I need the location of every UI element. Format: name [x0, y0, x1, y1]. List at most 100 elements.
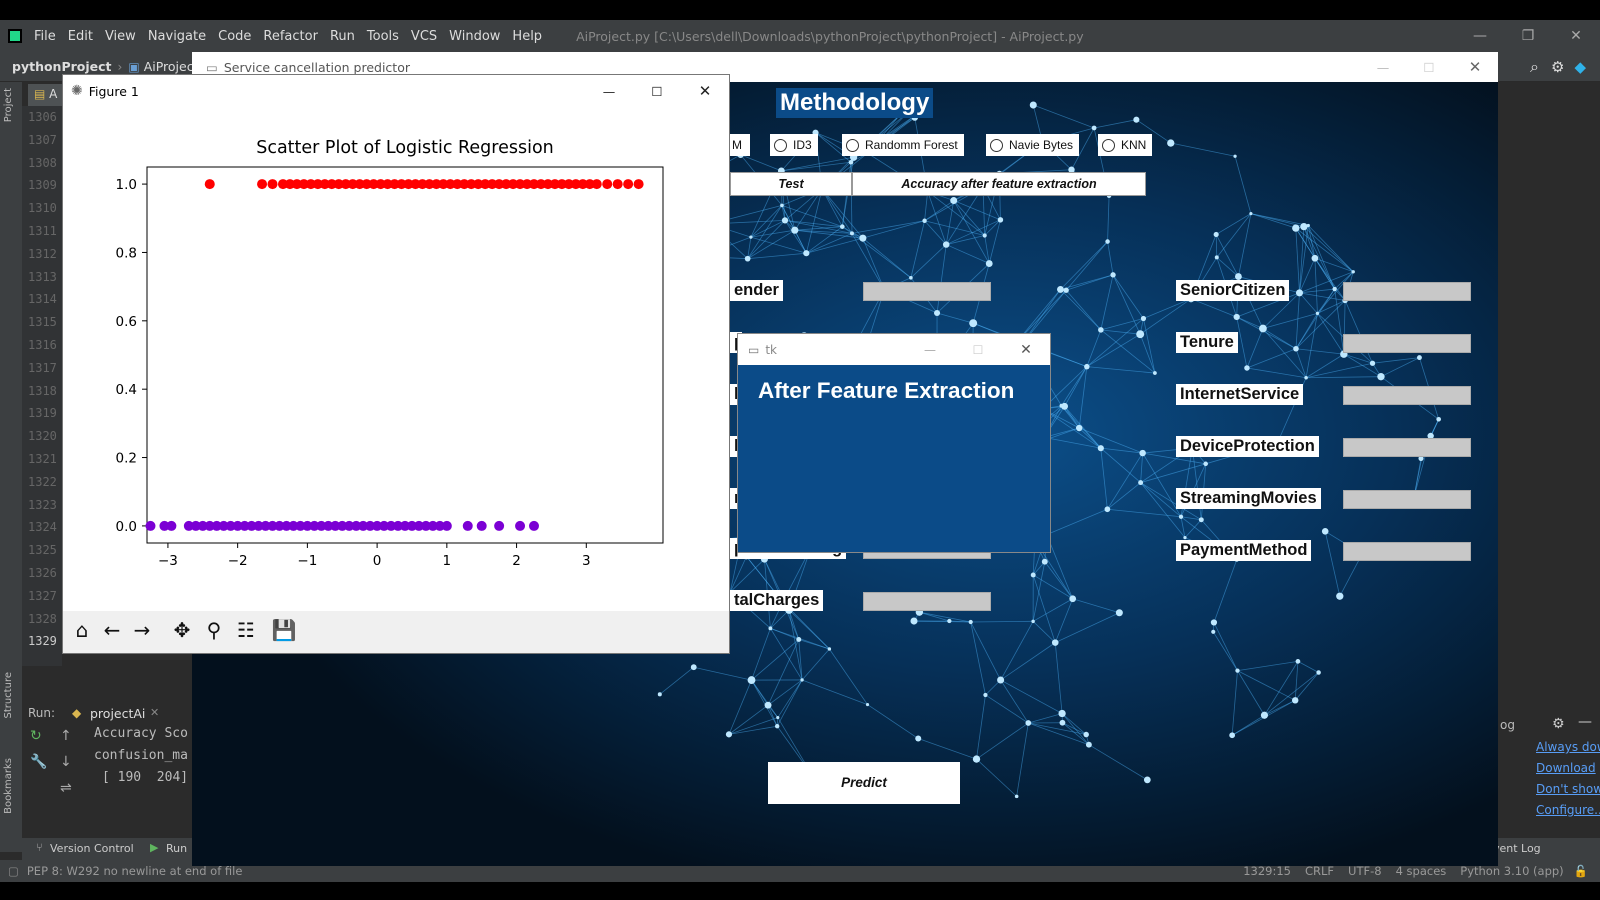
notification-link-3[interactable]: Don't show — [1536, 782, 1600, 796]
pan-icon[interactable]: ✥ — [167, 618, 197, 646]
status-position[interactable]: 1329:15 — [1243, 864, 1291, 878]
radio-id3[interactable]: ID3 — [770, 134, 818, 156]
tk-feature-close-icon[interactable]: ✕ — [1002, 342, 1050, 358]
figure-maximize-icon[interactable]: ☐ — [633, 84, 681, 99]
run-panel: Run: ◆ projectAi ✕ ↻ ↑ 🔧 ↓ ⇌ Accuracy Sc… — [22, 706, 194, 838]
rerun-icon[interactable]: ↻ — [30, 728, 42, 744]
y-tick-label: 0.0 — [116, 519, 137, 535]
menu-edit[interactable]: Edit — [68, 29, 93, 44]
menu-refactor[interactable]: Refactor — [263, 29, 318, 44]
radio-m[interactable]: M — [730, 134, 750, 156]
radio-m-label: M — [732, 138, 742, 152]
field-label-tenure: Tenure — [1176, 332, 1238, 353]
restore-icon[interactable]: ❐ — [1504, 28, 1552, 44]
figure-minimize-icon[interactable]: — — [585, 84, 633, 99]
input-senior-citizen[interactable] — [1343, 282, 1471, 301]
test-button[interactable]: Test — [730, 172, 852, 196]
menu-code[interactable]: Code — [218, 29, 251, 44]
down-arrow-icon[interactable]: ↓ — [60, 754, 72, 770]
menu-help[interactable]: Help — [512, 29, 542, 44]
home-icon[interactable]: ⌂ — [67, 618, 97, 646]
line-number: 1307 — [28, 132, 57, 147]
back-arrow-icon[interactable]: ← — [97, 618, 127, 646]
line-number-gutter: 1306 1307 1308 1309 1310 1311 1312 1313 1314 1315… — [22, 106, 62, 666]
tk-main-maximize-icon[interactable]: ☐ — [1406, 60, 1452, 75]
input-payment-method[interactable] — [1343, 542, 1471, 561]
line-number: 1319 — [28, 406, 57, 421]
tk-feature-title: tk — [765, 342, 777, 357]
menu-tools[interactable]: Tools — [367, 29, 399, 44]
wrench-icon[interactable]: 🔧 — [30, 754, 47, 770]
radio-naive-bayes[interactable]: Navie Bytes — [986, 134, 1080, 156]
y-tick-label: 0.2 — [116, 451, 137, 467]
close-run-tab-icon[interactable]: ✕ — [150, 706, 159, 719]
status-encoding[interactable]: UTF-8 — [1348, 864, 1382, 878]
breadcrumb-project[interactable]: pythonProject — [12, 59, 112, 74]
tk-main-minimize-icon[interactable]: — — [1360, 60, 1406, 75]
input-total-charges[interactable] — [863, 592, 991, 611]
close-icon[interactable]: ✕ — [1552, 28, 1600, 44]
field-label-senior-citizen: SeniorCitizen — [1176, 280, 1290, 301]
bookmarks-tool-tab[interactable]: Bookmarks — [3, 758, 14, 814]
version-control-tab[interactable]: Version Control — [50, 842, 134, 855]
accuracy-feature-extraction-button[interactable]: Accuracy after feature extraction — [852, 172, 1146, 196]
wrap-icon[interactable]: ⇌ — [60, 780, 72, 796]
menu-vcs[interactable]: VCS — [411, 29, 437, 44]
line-number: 1326 — [28, 566, 57, 580]
accuracy-feature-extraction-label: Accuracy after feature extraction — [901, 177, 1097, 191]
y-tick-label: 0.8 — [116, 245, 137, 261]
menu-navigate[interactable]: Navigate — [148, 29, 206, 44]
notification-link-1[interactable]: Always dow — [1536, 740, 1600, 754]
status-indent[interactable]: 4 spaces — [1396, 864, 1447, 878]
menu-file[interactable]: File — [34, 29, 56, 44]
input-tenure[interactable] — [1343, 334, 1471, 353]
up-arrow-icon[interactable]: ↑ — [60, 728, 72, 744]
x-tick-label: −3 — [158, 553, 178, 569]
right-gear-icon[interactable]: ⚙ — [1552, 716, 1565, 732]
input-device-protection[interactable] — [1343, 438, 1471, 457]
tk-feature-minimize-icon[interactable]: — — [906, 343, 954, 357]
menu-view[interactable]: View — [105, 29, 136, 44]
right-hide-icon[interactable]: — — [1578, 714, 1592, 730]
figure-close-icon[interactable]: ✕ — [681, 82, 729, 100]
tk-main-close-icon[interactable]: ✕ — [1452, 58, 1498, 76]
plugin-icon[interactable]: ◆ — [1574, 58, 1586, 76]
status-line-ending[interactable]: CRLF — [1305, 864, 1334, 878]
minimize-icon[interactable]: — — [1456, 28, 1504, 44]
input-gender[interactable] — [863, 282, 991, 301]
forward-arrow-icon[interactable]: → — [127, 618, 157, 646]
line-number: 1315 — [28, 315, 57, 330]
configure-subplots-icon[interactable]: ☷ — [231, 618, 261, 646]
input-streaming-movies[interactable] — [1343, 490, 1471, 509]
scatter-chart: Scatter Plot of Logistic Regression −3 −2… — [116, 138, 664, 569]
after-feature-extraction-heading: After Feature Extraction — [758, 378, 1015, 403]
input-internet-service[interactable] — [1343, 386, 1471, 405]
radio-random-forest-label: Randomm Forest — [865, 138, 958, 152]
radio-knn-label: KNN — [1121, 138, 1147, 152]
save-floppy-icon[interactable]: 💾 — [269, 618, 299, 646]
lock-icon[interactable]: 🔓 — [1574, 864, 1588, 878]
search-icon[interactable]: ⌕ — [1530, 57, 1539, 77]
zoom-magnifier-icon[interactable]: ⚲ — [199, 618, 229, 646]
line-number: 1318 — [28, 383, 57, 398]
structure-tool-tab[interactable]: Structure — [3, 672, 14, 719]
status-square-icon: ▢ — [8, 864, 19, 878]
radio-knn[interactable]: KNN — [1098, 134, 1153, 156]
menu-window[interactable]: Window — [449, 29, 500, 44]
status-interpreter[interactable]: Python 3.10 (app) — [1460, 864, 1563, 878]
scatter-point — [267, 179, 278, 190]
notification-link-4[interactable]: Configure... — [1536, 803, 1600, 817]
tk-feature-maximize-icon[interactable]: ☐ — [954, 343, 1002, 357]
run-tool-tab[interactable]: Run — [166, 842, 187, 855]
y-tick-label: 1.0 — [116, 177, 137, 193]
predict-button[interactable]: Predict — [768, 762, 960, 804]
window-monitor-icon: ▭ — [206, 59, 218, 75]
field-label-device-protection: DeviceProtection — [1176, 436, 1319, 457]
settings-gear-icon[interactable]: ⚙ — [1551, 58, 1564, 76]
run-tab[interactable]: projectAi — [90, 706, 145, 721]
project-tool-tab[interactable]: Project — [3, 88, 14, 122]
scatter-point — [515, 520, 526, 531]
notification-link-2[interactable]: Download — [1536, 761, 1596, 775]
radio-random-forest[interactable]: Randomm Forest — [842, 134, 964, 156]
menu-run[interactable]: Run — [330, 29, 355, 44]
